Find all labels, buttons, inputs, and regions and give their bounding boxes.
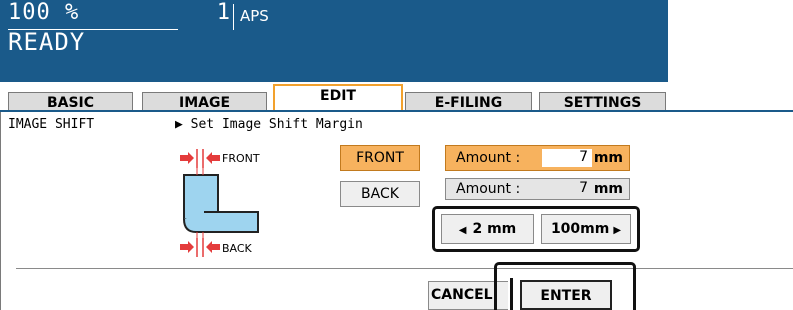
enter-divider <box>510 278 513 310</box>
copy-count-divider <box>233 4 234 30</box>
back-amount-field[interactable]: Amount : 7 mm <box>445 178 630 200</box>
front-amount-unit: mm <box>593 150 623 166</box>
back-diagram-label: BACK <box>222 242 253 255</box>
back-amount-label: Amount : <box>456 181 521 197</box>
zoom-ratio: 100 % <box>8 0 80 25</box>
tab-e-filing[interactable]: E-FILING <box>405 92 532 111</box>
panel-left-edge <box>0 112 1 310</box>
footer-separator <box>16 268 793 269</box>
decrease-button[interactable]: ◀ 2 mm <box>441 214 534 244</box>
front-diagram-label: FRONT <box>222 152 260 165</box>
enter-button[interactable]: ENTER <box>520 280 612 310</box>
increase-button[interactable]: 100mm ▶ <box>541 214 631 244</box>
machine-status: READY <box>8 28 86 56</box>
decrease-button-label: 2 mm <box>472 221 517 237</box>
tab-edit[interactable]: EDIT <box>273 84 403 111</box>
front-amount-field[interactable]: Amount : 7 mm <box>445 145 630 171</box>
front-amount-label: Amount : <box>456 150 521 166</box>
tab-settings[interactable]: SETTINGS <box>539 92 666 111</box>
image-shift-diagram: FRONT BACK <box>180 149 260 257</box>
back-margin-marker <box>180 238 220 257</box>
increase-button-label: 100mm <box>550 221 610 237</box>
function-name: IMAGE SHIFT <box>8 117 95 132</box>
instruction-text: ▶ Set Image Shift Margin <box>175 117 363 132</box>
tab-image[interactable]: IMAGE <box>142 92 267 111</box>
status-bar: 100 % 1 APS READY <box>0 0 668 82</box>
cancel-button-label: CANCEL <box>431 287 493 303</box>
right-triangle-icon: ▶ <box>613 225 622 236</box>
front-button[interactable]: FRONT <box>340 145 420 171</box>
tab-baseline <box>0 110 793 112</box>
copy-count: 1 <box>216 0 230 25</box>
front-amount-value: 7 <box>542 149 592 167</box>
back-amount-unit: mm <box>593 181 623 197</box>
paper-diagram <box>183 168 259 240</box>
back-amount-value: 7 <box>542 180 592 198</box>
paper-mode: APS <box>240 7 269 25</box>
copier-panel: 100 % 1 APS READY BASIC IMAGE EDIT E-FIL… <box>0 0 793 310</box>
back-button[interactable]: BACK <box>340 181 420 207</box>
tab-basic[interactable]: BASIC <box>8 92 133 111</box>
front-margin-marker <box>180 149 220 168</box>
left-triangle-icon: ◀ <box>458 225 467 236</box>
